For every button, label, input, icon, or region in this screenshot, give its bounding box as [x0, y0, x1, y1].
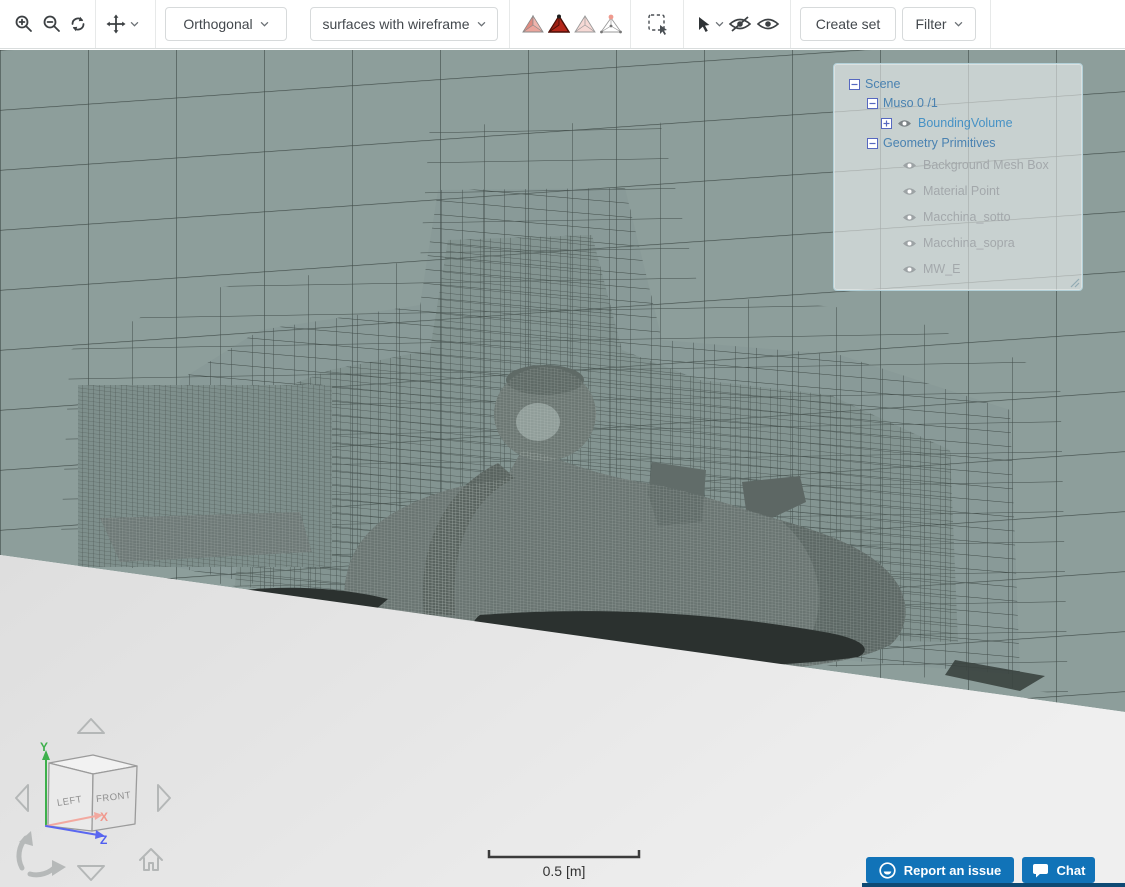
report-issue-button[interactable]: Report an issue [866, 857, 1014, 883]
tree-item-background-mesh-box[interactable]: Background Mesh Box [834, 155, 1082, 175]
tree-item-mw-e[interactable]: MW_E [834, 259, 1082, 279]
tree-item-label: MW_E [923, 262, 961, 276]
application-window: LEFT FRONT Y X Z 0.5 [m] [0, 0, 1125, 887]
expand-icon[interactable] [881, 118, 892, 129]
zoom-in-button[interactable] [12, 10, 36, 38]
tree-item-geometry-primitives[interactable]: Geometry Primitives [834, 133, 1082, 153]
show-selection-button[interactable] [754, 10, 782, 38]
chevron-down-icon [260, 21, 269, 27]
zoom-out-button[interactable] [40, 10, 64, 38]
hide-selection-button[interactable] [726, 10, 754, 38]
chat-bubble-icon [1032, 863, 1049, 878]
tree-item-label: BoundingVolume [918, 116, 1013, 130]
panel-resize-handle[interactable] [1069, 277, 1080, 288]
axis-x-label: X [100, 810, 108, 824]
scene-tree-panel: Scene Muso 0 /1 BoundingVolume Geometry [833, 63, 1083, 291]
create-set-label: Create set [816, 16, 881, 32]
magnifier-minus-icon [42, 14, 62, 34]
refresh-button[interactable] [66, 10, 90, 38]
tree-item-macchina-sotto[interactable]: Macchina_sotto [834, 207, 1082, 227]
marquee-select-icon [647, 13, 669, 35]
tree-item-label: Scene [865, 77, 900, 91]
eye-icon[interactable] [902, 160, 917, 171]
tree-item-label: Macchina_sotto [923, 210, 1011, 224]
chat-button[interactable]: Chat [1022, 857, 1095, 883]
eye-icon[interactable] [902, 212, 917, 223]
chat-label: Chat [1057, 863, 1086, 878]
tetrahedron-dark-red-icon [548, 14, 570, 34]
filter-label: Filter [915, 16, 946, 32]
orientation-cube[interactable]: LEFT FRONT [48, 755, 137, 831]
mesh-quality-dark-red-button[interactable] [547, 10, 571, 38]
tree-item-label: Material Point [923, 184, 999, 198]
tetrahedron-salmon-icon [522, 14, 544, 34]
axis-z-label: Z [100, 833, 107, 847]
eye-slash-icon [728, 15, 752, 33]
projection-dropdown-value: Orthogonal [183, 16, 252, 32]
cursor-arrow-icon [697, 16, 711, 33]
tetrahedron-pale-icon [574, 14, 596, 34]
projection-dropdown[interactable]: Orthogonal [165, 7, 287, 41]
report-issue-label: Report an issue [904, 863, 1002, 878]
magnifier-plus-icon [14, 14, 34, 34]
refresh-icon [68, 14, 88, 34]
tree-item-label: Geometry Primitives [883, 136, 996, 150]
collapse-icon[interactable] [867, 138, 878, 149]
eye-icon[interactable] [897, 118, 912, 129]
tree-item-label: Macchina_sopra [923, 236, 1015, 250]
chevron-down-icon [130, 21, 139, 27]
feedback-smiley-icon [879, 862, 896, 879]
eye-icon[interactable] [902, 264, 917, 275]
scale-bar-label: 0.5 [m] [543, 863, 586, 879]
tree-item-label: Background Mesh Box [923, 158, 1049, 172]
chevron-down-icon [715, 21, 724, 27]
collapse-icon[interactable] [867, 98, 878, 109]
eye-icon[interactable] [902, 238, 917, 249]
chevron-down-icon [477, 21, 486, 27]
tree-item-scene[interactable]: Scene [834, 74, 1082, 94]
tree-item-material-point[interactable]: Material Point [834, 181, 1082, 201]
box-select-button[interactable] [643, 10, 673, 38]
mesh-quality-salmon-button[interactable] [521, 10, 545, 38]
refinement-box-mesh [78, 385, 332, 567]
tree-item-boundingvolume[interactable]: BoundingVolume [834, 113, 1082, 133]
axis-y-label: Y [40, 740, 48, 754]
render-mode-dropdown-value: surfaces with wireframe [322, 16, 469, 32]
eye-icon[interactable] [902, 186, 917, 197]
pan-tool-button[interactable] [102, 10, 142, 38]
filter-dropdown[interactable]: Filter [902, 7, 976, 41]
footer-strip [862, 883, 1125, 887]
tree-item-macchina-sopra[interactable]: Macchina_sopra [834, 233, 1082, 253]
tetrahedron-vertex-dot-icon [600, 14, 622, 34]
eye-icon [756, 15, 780, 33]
pan-move-icon [106, 14, 126, 34]
render-mode-dropdown[interactable]: surfaces with wireframe [310, 7, 498, 41]
mesh-quality-vertex-button[interactable] [599, 10, 623, 38]
tree-item-label: Muso 0 /1 [883, 96, 938, 110]
create-set-button[interactable]: Create set [800, 7, 896, 41]
collapse-icon[interactable] [849, 79, 860, 90]
main-toolbar: Orthogonal surfaces with wireframe [0, 0, 1125, 49]
tree-item-muso[interactable]: Muso 0 /1 [834, 93, 1082, 113]
pick-tool-button[interactable] [692, 10, 728, 38]
chevron-down-icon [954, 21, 963, 27]
mesh-quality-pale-button[interactable] [573, 10, 597, 38]
